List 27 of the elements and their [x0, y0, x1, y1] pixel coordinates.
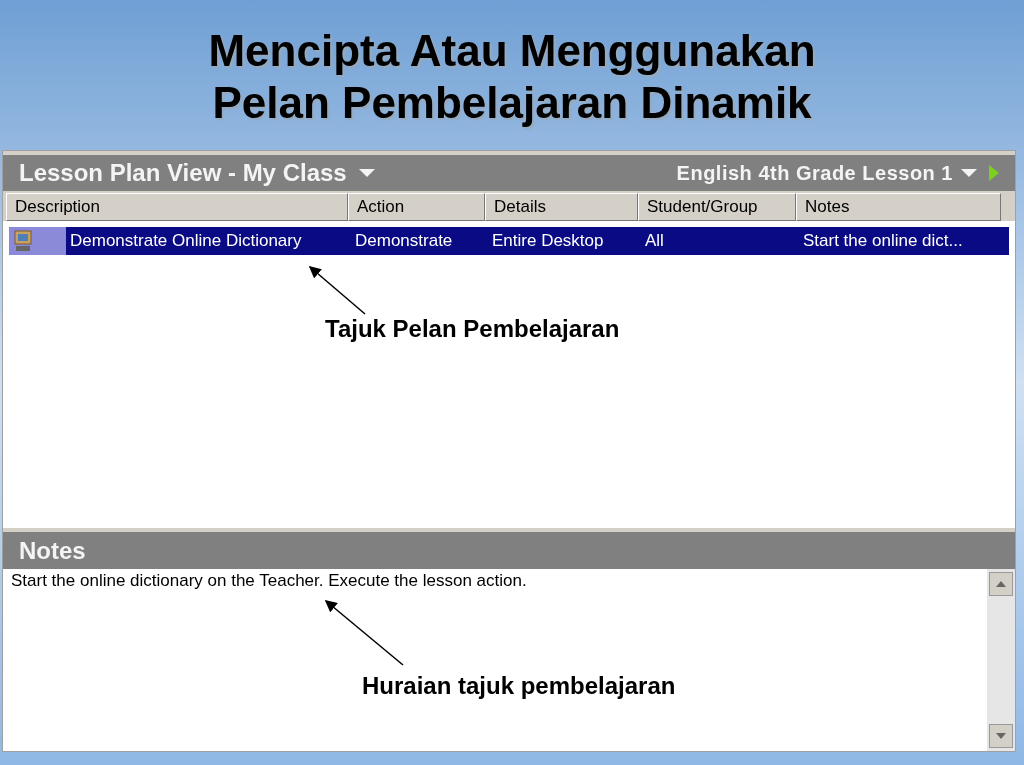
table-cell-text: Demonstrate Online Dictionary	[69, 230, 303, 253]
arrow	[308, 266, 366, 315]
table-cell-text: Start the online dict...	[802, 230, 964, 253]
annotation-label: Tajuk Pelan Pembelajaran	[325, 314, 620, 344]
table-row[interactable]: Demonstrate Online Dictionary Demonstrate Entire Desktop All Start the online dict...	[9, 227, 1009, 255]
column-header[interactable]: Action	[348, 193, 485, 221]
column-header[interactable]: Description	[6, 193, 348, 221]
lesson-selector[interactable]: English 4th Grade Lesson 1	[676, 158, 977, 188]
notes-text: Start the online dictionary on the Teacher. Execute the lesson action.	[11, 571, 527, 590]
scroll-up-icon[interactable]	[989, 572, 1013, 596]
slide-title: Pelan Pembelajaran Dinamik	[212, 77, 812, 129]
view-selector[interactable]: Lesson Plan View - My Class	[19, 155, 375, 191]
column-header[interactable]: Notes	[796, 193, 1001, 221]
column-header[interactable]: Student/Group	[638, 193, 796, 221]
play-arrow-icon[interactable]	[989, 165, 999, 181]
scroll-down-icon[interactable]	[989, 724, 1013, 748]
column-header[interactable]: Details	[485, 193, 638, 221]
annotation-label: Huraian tajuk pembelajaran	[362, 671, 676, 701]
dropdown-caret-icon	[358, 168, 375, 178]
notes-header: Notes	[3, 532, 1015, 569]
computer-icon	[13, 230, 33, 252]
slide-title: Mencipta Atau Menggunakan	[208, 25, 816, 77]
table-cell-text: Demonstrate	[354, 230, 454, 253]
dropdown-caret-icon	[961, 168, 977, 178]
scrollbar[interactable]	[987, 569, 1015, 751]
table-cell-text: All	[644, 230, 665, 253]
table-cell-text: Entire Desktop	[491, 230, 605, 253]
